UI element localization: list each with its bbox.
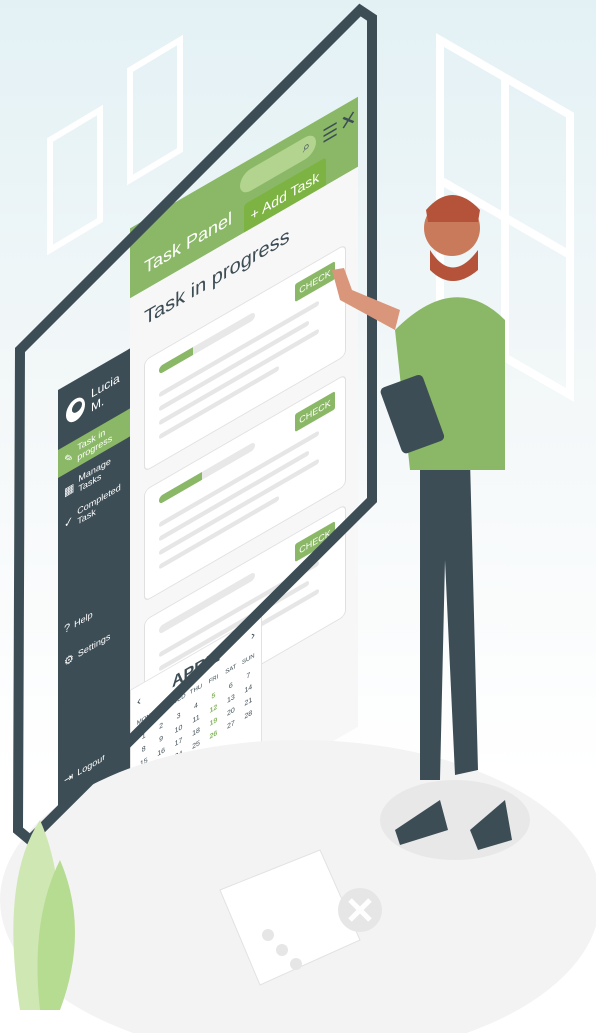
menu-icon[interactable]: ☰	[322, 118, 338, 148]
sidebar-item-label: Help	[74, 609, 93, 630]
progress-fill	[159, 347, 193, 375]
search-icon[interactable]: ⌕	[303, 137, 310, 157]
calendar-weekday: FRI	[208, 674, 219, 686]
feather-icon: ✎	[64, 449, 74, 468]
text-line	[159, 320, 309, 412]
progress-fill	[159, 471, 203, 505]
gear-icon: ⚙	[64, 651, 74, 670]
calendar-date[interactable]: 29	[135, 780, 152, 797]
calendar-weekday: MON	[136, 713, 151, 728]
window-icon	[436, 33, 574, 402]
user-name: Lucia M.	[90, 370, 120, 415]
task-app-screen: ⌕ ☰ ✕ Task Panel + Add Task Lucia M. ✎ T…	[58, 0, 358, 890]
help-icon: ?	[64, 620, 71, 637]
person-illustration	[332, 195, 530, 860]
close-icon[interactable]: ✕	[340, 104, 357, 139]
document-icon	[219, 849, 382, 986]
avatar	[66, 393, 85, 427]
calendar-weekday: SUN	[241, 653, 255, 667]
check-icon: ✓	[64, 513, 74, 532]
sidebar-item-label: Settings	[77, 630, 111, 660]
calendar-weekday: TUE	[155, 703, 168, 717]
sidebar: Lucia M. ✎ Task in progress ▦ Manage Tas…	[58, 348, 130, 890]
calendar-weekday: SAT	[225, 663, 237, 677]
calendar-weekday: THU	[189, 683, 203, 697]
text-line	[159, 450, 309, 542]
sidebar-item-logout[interactable]: ⇥ Logout	[58, 728, 130, 798]
calendar-date[interactable]: 27	[222, 717, 239, 734]
calendar-weekday: WED	[171, 692, 186, 708]
check-button[interactable]: CHECK	[295, 521, 335, 563]
check-button[interactable]: CHECK	[295, 391, 335, 433]
check-button[interactable]: CHECK	[295, 261, 335, 303]
calendar-icon: ▦	[64, 481, 75, 500]
logout-icon: ⇥	[64, 769, 74, 788]
text-line	[159, 300, 319, 398]
sidebar-item-label: Logout	[77, 752, 105, 778]
chevron-right-icon[interactable]: ›	[251, 627, 255, 643]
